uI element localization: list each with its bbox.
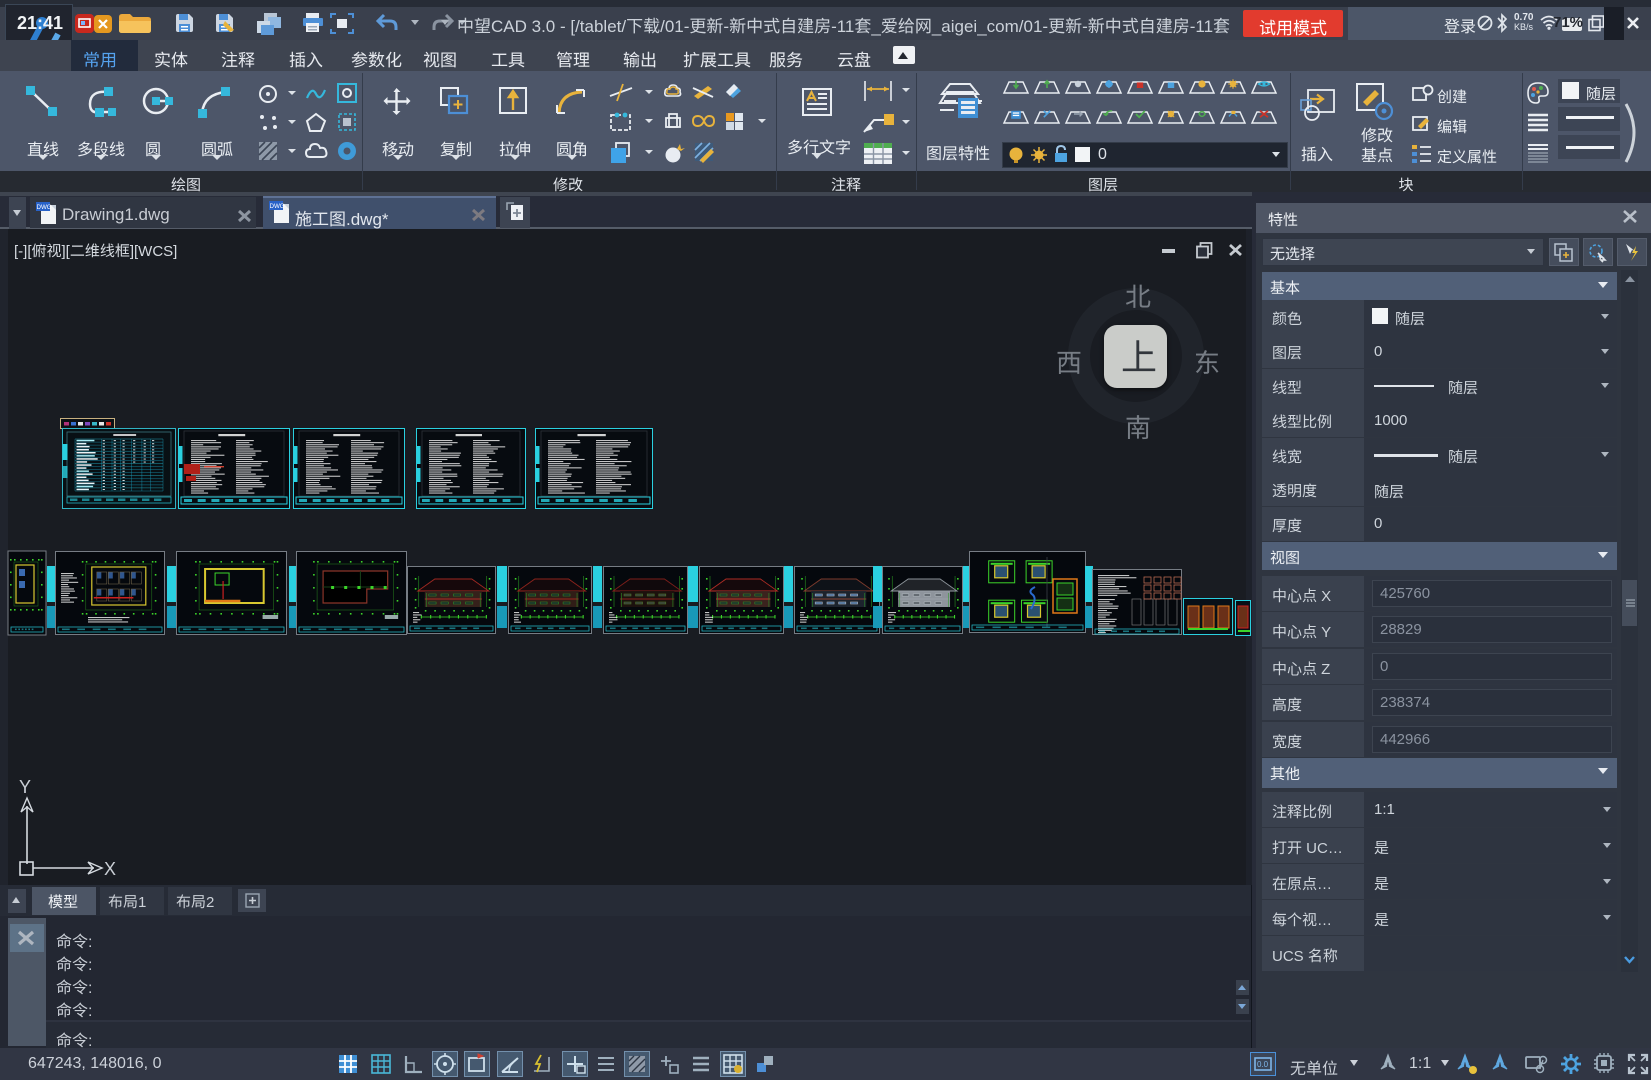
svg-text:DWG: DWG	[270, 203, 285, 210]
svg-text:0.0: 0.0	[1257, 1060, 1269, 1069]
svg-text:DWG: DWG	[37, 204, 52, 211]
